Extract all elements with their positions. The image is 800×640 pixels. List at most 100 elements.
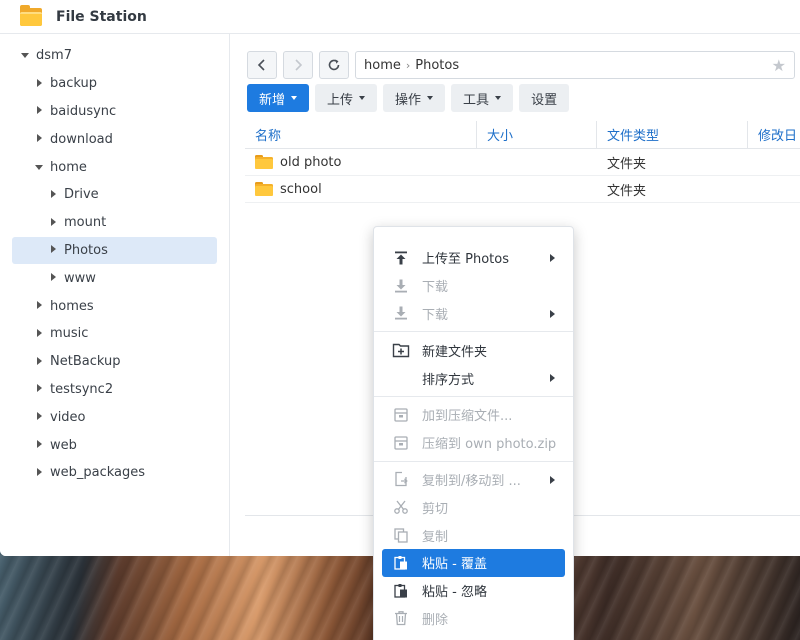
star-icon[interactable]: ★: [772, 56, 786, 75]
menu-item[interactable]: 压缩到 own photo.zip: [382, 429, 565, 457]
menu-item[interactable]: 剪切: [382, 493, 565, 521]
download-icon: [392, 277, 410, 295]
menu-item-label: 粘贴 - 忽略: [422, 585, 487, 601]
table-row[interactable]: school 文件夹: [245, 176, 800, 203]
caret-right-icon[interactable]: [32, 78, 46, 89]
sidebar-item-label: video: [50, 409, 86, 425]
caret-right-icon[interactable]: [32, 356, 46, 367]
caret-right-icon[interactable]: [32, 412, 46, 422]
caret-right-icon[interactable]: [46, 245, 60, 255]
archive-icon: [392, 434, 410, 452]
file-type-cell: 文件夹: [607, 183, 647, 199]
caret-right-icon[interactable]: [32, 440, 46, 450]
file-name-cell: school: [245, 182, 477, 197]
folder-tree: dsm7 backup baidusync download home Drive moun…: [0, 34, 230, 556]
caret-right-icon[interactable]: [46, 189, 60, 200]
column-header-type[interactable]: 文件类型: [597, 120, 748, 149]
sidebar-item-label: music: [50, 326, 89, 342]
caret-right-icon[interactable]: [32, 301, 46, 311]
menu-item[interactable]: 加到压缩文件...: [382, 401, 565, 429]
sidebar-item-download[interactable]: download: [12, 125, 217, 153]
menu-item-label: 新建文件夹: [422, 344, 488, 360]
menu-item-label: 上传至 Photos: [422, 252, 509, 268]
table-row[interactable]: old photo 文件夹: [245, 149, 800, 176]
action-button[interactable]: 操作: [383, 84, 446, 112]
menu-item-label: 粘贴 - 覆盖: [422, 557, 487, 573]
paste-icon: [392, 582, 410, 600]
sidebar-item-label: mount: [64, 215, 107, 231]
back-button[interactable]: [247, 51, 277, 79]
sidebar-item-photos[interactable]: Photos: [12, 236, 217, 265]
sidebar-item-music[interactable]: music: [12, 320, 217, 348]
sidebar-item-drive[interactable]: Drive: [12, 181, 217, 209]
refresh-button[interactable]: [319, 51, 349, 79]
path-bar[interactable]: home › Photos ★: [355, 51, 795, 79]
sidebar-item-baidusync[interactable]: baidusync: [12, 98, 217, 126]
refresh-icon: [328, 59, 340, 71]
caret-right-icon[interactable]: [32, 134, 46, 144]
sidebar-item-homes[interactable]: homes: [12, 292, 217, 320]
menu-item-label: 剪切: [422, 501, 449, 517]
forward-button[interactable]: [283, 51, 313, 79]
menu-item-label: 复制: [422, 529, 449, 545]
upload-icon: [392, 249, 410, 267]
caret-right-icon[interactable]: [32, 384, 46, 394]
column-header-name[interactable]: 名称: [245, 120, 477, 149]
sidebar-item-label: NetBackup: [50, 354, 121, 370]
archive-icon: [392, 406, 410, 424]
sidebar-item-web_packages[interactable]: web_packages: [12, 459, 217, 487]
tools-button[interactable]: 工具: [451, 84, 514, 112]
menu-item[interactable]: 删除: [382, 605, 565, 633]
caret-right-icon[interactable]: [46, 217, 60, 228]
menu-item-label: 加到压缩文件...: [422, 409, 513, 425]
sidebar-item-label: homes: [50, 298, 94, 314]
dropdown-caret-icon: [427, 96, 434, 100]
column-header-size[interactable]: 大小: [477, 120, 597, 149]
dropdown-caret-icon: [359, 96, 366, 100]
breadcrumb-separator-icon: ›: [405, 58, 411, 72]
caret-down-icon[interactable]: [18, 51, 32, 60]
new-button[interactable]: 新增: [247, 84, 310, 112]
menu-item[interactable]: 粘贴 - 覆盖: [382, 548, 565, 577]
menu-divider: [374, 395, 573, 397]
upload-button[interactable]: 上传: [315, 84, 378, 112]
sidebar-item-dsm7[interactable]: dsm7: [12, 42, 217, 70]
menu-item[interactable]: 排序方式: [382, 364, 565, 392]
caret-down-icon[interactable]: [32, 163, 46, 172]
title-bar: File Station: [0, 0, 800, 34]
sidebar-item-home[interactable]: home: [12, 153, 217, 181]
menu-divider: [374, 331, 573, 333]
sidebar-item-label: backup: [50, 76, 97, 92]
menu-item[interactable]: 下载: [382, 272, 565, 300]
breadcrumb-photos[interactable]: Photos: [415, 58, 459, 73]
menu-item-label: 复制到/移动到 ...: [422, 473, 521, 489]
sidebar-item-label: baidusync: [50, 103, 117, 119]
dropdown-caret-icon: [495, 96, 502, 100]
caret-right-icon[interactable]: [46, 273, 60, 283]
menu-item-label: 排序方式: [422, 372, 475, 388]
sidebar-item-web[interactable]: web: [12, 431, 217, 459]
sidebar-item-www[interactable]: www: [12, 264, 217, 292]
settings-button[interactable]: 设置: [519, 84, 570, 112]
sidebar-item-backup[interactable]: backup: [12, 70, 217, 98]
sidebar-item-label: web_packages: [50, 465, 146, 481]
file-station-logo-icon: [20, 4, 42, 26]
menu-item[interactable]: 上传至 Photos: [382, 244, 565, 272]
caret-right-icon[interactable]: [32, 328, 46, 339]
menu-item[interactable]: 新建文件夹: [382, 336, 565, 364]
sidebar-item-label: web: [50, 437, 77, 453]
paste-icon: [392, 554, 410, 572]
menu-item[interactable]: 复制: [382, 521, 565, 549]
menu-item-label: 下载: [422, 280, 449, 296]
breadcrumb-home[interactable]: home: [364, 58, 401, 73]
sidebar-item-netbackup[interactable]: NetBackup: [12, 348, 217, 376]
caret-right-icon[interactable]: [32, 467, 46, 478]
menu-item[interactable]: 下载: [382, 300, 565, 328]
menu-item[interactable]: 粘贴 - 忽略: [382, 577, 565, 605]
sidebar-item-video[interactable]: video: [12, 403, 217, 431]
sidebar-item-testsync2[interactable]: testsync2: [12, 376, 217, 404]
caret-right-icon[interactable]: [32, 106, 46, 116]
sidebar-item-mount[interactable]: mount: [12, 209, 217, 237]
column-header-modified[interactable]: 修改日: [748, 121, 800, 149]
menu-item[interactable]: 复制到/移动到 ...: [382, 466, 565, 494]
